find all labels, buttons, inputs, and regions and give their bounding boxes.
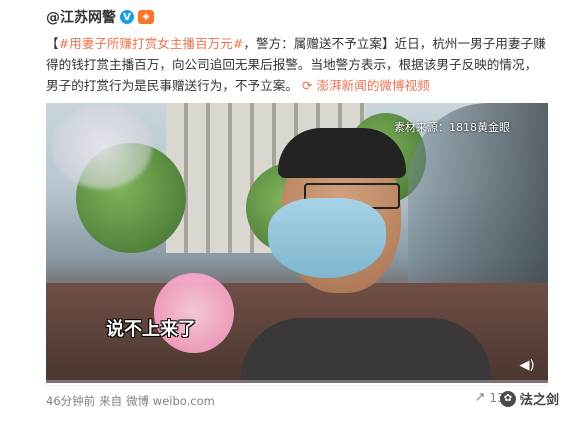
blurred-logo bbox=[52, 105, 152, 189]
video-link[interactable]: ⟳ 澎湃新闻的微博视频 bbox=[302, 78, 430, 93]
person-hair bbox=[278, 128, 406, 178]
video-link-icon: ⟳ bbox=[301, 78, 317, 93]
video-subtitle: 说不上来了 bbox=[106, 319, 196, 340]
hashtag-link[interactable]: #用妻子所赚打赏女主播百万元# bbox=[59, 36, 244, 51]
decorative-sticker bbox=[154, 273, 234, 353]
author-name[interactable]: @江苏网警 bbox=[46, 7, 116, 27]
volume-icon[interactable]: ◀) bbox=[518, 359, 536, 373]
brand-watermark: ✿ 法之剑 bbox=[499, 389, 559, 408]
bracket-open: 【 bbox=[46, 36, 59, 51]
post-header: @江苏网警 V ◈ bbox=[46, 6, 154, 28]
member-icon[interactable]: ◈ bbox=[138, 10, 154, 24]
post-meta: 46分钟前 来自 微博 weibo.com bbox=[46, 393, 215, 409]
brand-logo-icon: ✿ bbox=[499, 390, 516, 407]
repost-icon: ↗ bbox=[474, 390, 486, 405]
face-mask bbox=[268, 198, 386, 278]
post-footer: 46分钟前 来自 微博 weibo.com ↗ 13 ▭ bbox=[0, 384, 575, 414]
source-watermark: 素材来源：1818黄金眼 bbox=[394, 121, 510, 134]
source-prefix: 来自 bbox=[99, 394, 123, 408]
brand-name: 法之剑 bbox=[519, 393, 559, 408]
post-time[interactable]: 46分钟前 bbox=[46, 393, 95, 409]
progress-bar[interactable] bbox=[46, 380, 548, 383]
weibo-post: @江苏网警 V ◈ 【#用妻子所赚打赏女主播百万元#，警方：属赠送不予立案】近日… bbox=[0, 0, 575, 430]
post-text: 【#用妻子所赚打赏女主播百万元#，警方：属赠送不予立案】近日，杭州一男子用妻子赚… bbox=[46, 33, 546, 96]
video-player[interactable]: 素材来源：1818黄金眼 说不上来了 ◀) bbox=[46, 103, 548, 383]
person-jacket bbox=[241, 318, 491, 383]
post-source[interactable]: 微博 weibo.com bbox=[126, 393, 215, 409]
video-link-label: 澎湃新闻的微博视频 bbox=[316, 78, 430, 93]
verified-icon: V bbox=[120, 10, 134, 24]
